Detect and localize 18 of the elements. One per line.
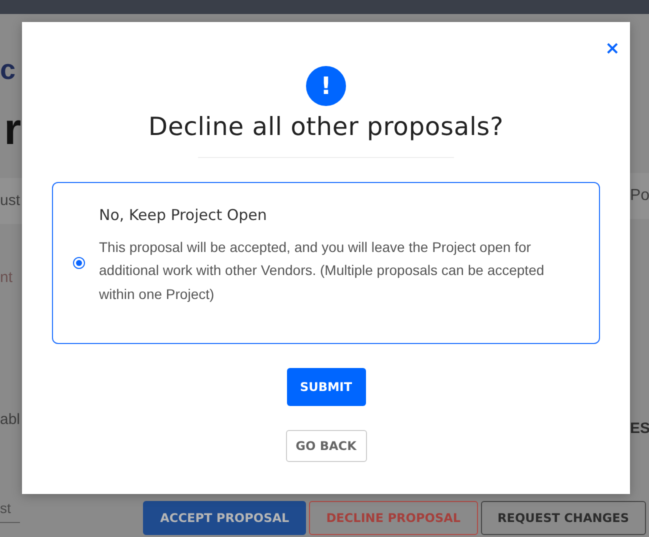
row-label: abl (0, 411, 22, 429)
radio-button[interactable] (73, 257, 85, 269)
input-field[interactable]: st (0, 500, 20, 523)
dialog-title: Decline all other proposals? (148, 112, 504, 141)
action-button[interactable]: ACCEPT PROPOSAL (143, 500, 306, 534)
alert-icon: ! (306, 66, 346, 106)
action-button[interactable]: REQUEST CHANGES (480, 500, 646, 534)
field-label: nt (0, 269, 14, 287)
tab-label[interactable]: Po (630, 173, 649, 219)
go-back-button[interactable]: GO BACK (286, 430, 366, 462)
option-description: This proposal will be accepted, and you will leave the Project open for additional work with other Vendors. (Multiple proposals can be accepted within one Project) (99, 238, 546, 304)
close-button[interactable]: × (604, 40, 620, 58)
option-title: No, Keep Project Open (99, 206, 268, 224)
tab-bar: ust (0, 178, 24, 224)
logo-text: c (0, 55, 16, 85)
option-card[interactable]: No, Keep Project Open This proposal will be accepted, and you will leave the Project open for additional work with other Vendors. (Multiple proposals can be accepted within one Project) (52, 182, 600, 344)
submit-button[interactable]: SUBMIT (286, 368, 366, 406)
page-heading: r (4, 105, 22, 155)
